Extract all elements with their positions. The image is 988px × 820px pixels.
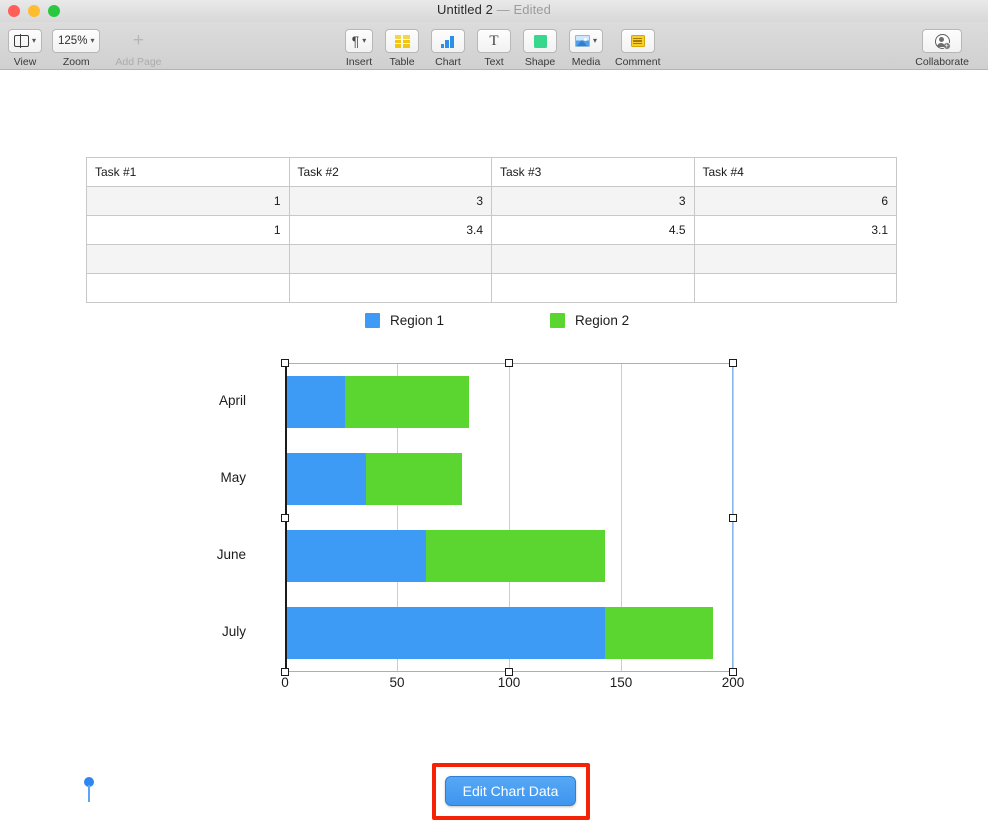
toolbar-view-item[interactable]: ▾ View (8, 29, 43, 68)
toolbar-text-item[interactable]: T Text (477, 29, 511, 68)
zoom-label: Zoom (62, 56, 90, 68)
add-person-badge-icon: + (942, 41, 951, 50)
category-label: May (220, 469, 246, 485)
resize-handle[interactable] (729, 359, 737, 367)
legend-label: Region 1 (390, 313, 445, 328)
text-label: Text (484, 56, 504, 68)
chevron-down-icon: ▾ (362, 36, 367, 45)
comment-label: Comment (615, 56, 661, 68)
media-button[interactable]: ▾ (569, 29, 604, 53)
toolbar-zoom-item[interactable]: 125% ▾ Zoom (52, 29, 101, 68)
legend-item-region-1[interactable]: Region 1 (365, 313, 444, 328)
zoom-level-value: 125% (58, 35, 88, 47)
comment-icon (630, 35, 645, 47)
toolbar-center-group: ¶ ▾ Insert Table Chart T Text Shape ▾ Me… (345, 29, 661, 68)
toolbar-collaborate-item[interactable]: + Collaborate (915, 29, 969, 68)
category-label: April (218, 392, 246, 408)
collaborate-label: Collaborate (915, 56, 969, 68)
legend-swatch (365, 313, 380, 328)
collaborate-icon: + (934, 33, 951, 50)
view-icon (14, 34, 29, 48)
collaborate-button[interactable]: + (922, 29, 963, 53)
view-button[interactable]: ▾ (8, 29, 43, 53)
chevron-down-icon: ▾ (593, 36, 598, 45)
table-button[interactable] (385, 29, 419, 53)
window-titlebar: Untitled 2 — Edited (0, 0, 988, 22)
resize-handle[interactable] (281, 359, 289, 367)
x-tick-label: 100 (497, 675, 521, 690)
zoom-button-control[interactable]: 125% ▾ (52, 29, 101, 53)
chart-label: Chart (435, 56, 461, 68)
insert-button[interactable]: ¶ ▾ (345, 29, 373, 53)
toolbar-shape-item[interactable]: Shape (523, 29, 557, 68)
shape-button[interactable] (523, 29, 557, 53)
chart-legend[interactable]: Region 1 Region 2 (365, 313, 629, 328)
legend-label: Region 2 (575, 313, 630, 328)
resize-handle[interactable] (281, 668, 289, 676)
chart-button[interactable] (431, 29, 465, 53)
toolbar-add-page-item: + Add Page (110, 29, 166, 68)
media-icon (575, 35, 590, 47)
toolbar-insert-item[interactable]: ¶ ▾ Insert (345, 29, 373, 68)
x-tick-label: 50 (389, 675, 405, 690)
resize-handle[interactable] (729, 513, 737, 522)
paragraph-icon: ¶ (351, 33, 360, 49)
toolbar-comment-item[interactable]: Comment (615, 29, 661, 68)
resize-handle[interactable] (729, 668, 737, 676)
resize-handle[interactable] (505, 359, 513, 367)
x-tick-label: 0 (281, 675, 289, 690)
toolbar-chart-item[interactable]: Chart (431, 29, 465, 68)
category-label: June (216, 547, 246, 563)
table-icon (394, 34, 410, 48)
chart-object[interactable]: Region 1 Region 2 April May June July 0 50 100… (0, 71, 988, 754)
x-tick-label: 150 (609, 675, 633, 690)
chevron-down-icon: ▾ (32, 36, 37, 45)
toolbar-right-group: + Collaborate (915, 29, 969, 68)
chart-selection-frame (285, 363, 733, 672)
x-tick-label: 200 (721, 675, 745, 690)
toolbar-left-group: ▾ View 125% ▾ Zoom + Add Page (8, 29, 166, 68)
table-label: Table (389, 56, 415, 68)
resize-handle[interactable] (281, 513, 289, 522)
toolbar-media-item[interactable]: ▾ Media (569, 29, 604, 68)
shape-label: Shape (524, 56, 556, 68)
blue-pin-marker-icon (84, 777, 94, 803)
shape-icon (533, 34, 547, 48)
window-edited-state: Edited (513, 2, 551, 17)
window-title-text: Untitled 2 (437, 2, 493, 17)
plus-icon: + (132, 30, 144, 51)
category-label: July (221, 624, 246, 640)
chevron-down-icon: ▾ (90, 36, 95, 45)
text-button[interactable]: T (477, 29, 511, 53)
add-page-button: + (110, 29, 166, 53)
window-title-separator: — (496, 2, 510, 17)
chart-icon (440, 35, 456, 48)
legend-swatch (550, 313, 566, 328)
view-label: View (13, 56, 37, 68)
pin-stem (88, 785, 90, 802)
resize-handle[interactable] (505, 668, 513, 676)
main-toolbar: ▾ View 125% ▾ Zoom + Add Page ¶ ▾ Insert (0, 22, 988, 70)
add-page-label: Add Page (115, 56, 162, 68)
toolbar-table-item[interactable]: Table (385, 29, 419, 68)
edit-chart-data-button[interactable]: Edit Chart Data (445, 776, 576, 806)
comment-button[interactable] (620, 29, 655, 53)
legend-item-region-2[interactable]: Region 2 (550, 313, 629, 328)
document-canvas[interactable]: Task #1 Task #2 Task #3 Task #4 1 3 3 6 … (0, 71, 988, 820)
insert-label: Insert (345, 56, 373, 68)
media-label: Media (571, 56, 601, 68)
text-icon: T (489, 33, 499, 49)
window-title: Untitled 2 — Edited (0, 2, 988, 17)
